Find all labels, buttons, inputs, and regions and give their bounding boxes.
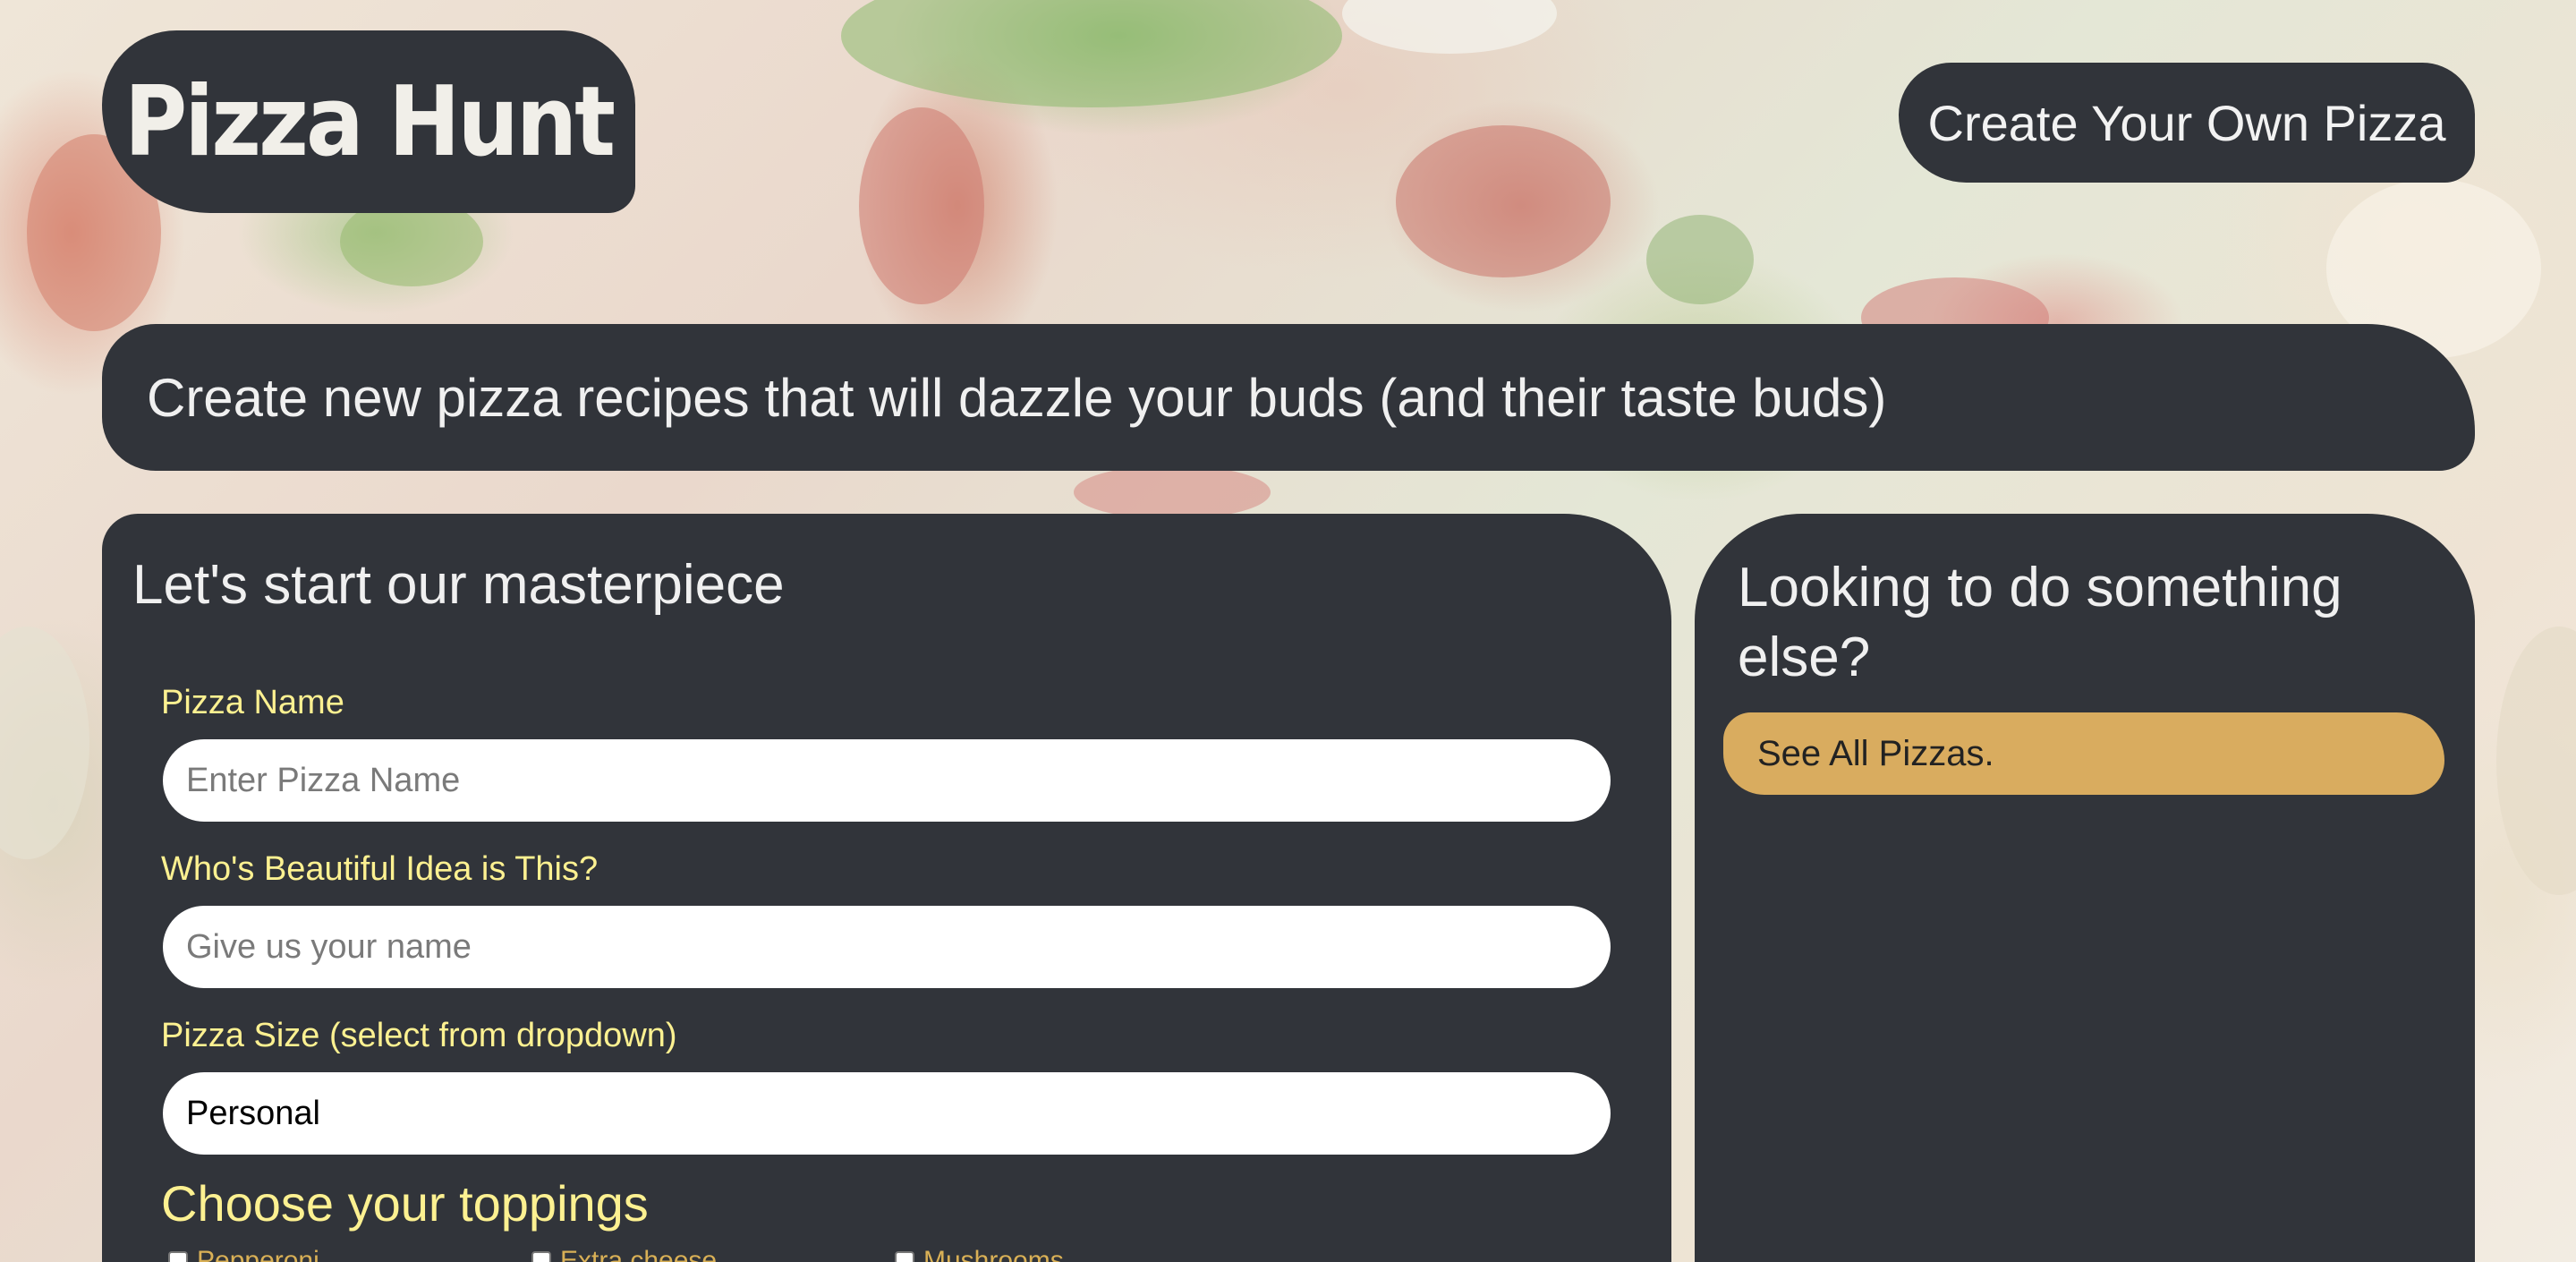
topping-mushrooms[interactable]: Mushrooms	[895, 1246, 1064, 1262]
pizza-name-input[interactable]: Enter Pizza Name	[163, 739, 1611, 822]
toppings-title: Choose your toppings	[161, 1175, 649, 1232]
see-all-pizzas-button[interactable]: See All Pizzas.	[1723, 712, 2444, 795]
creator-name-label: Who's Beautiful Idea is This?	[161, 850, 599, 888]
pizza-hunt-logo[interactable]: Pizza Hunt	[102, 30, 635, 213]
form-title: Let's start our masterpiece	[132, 554, 785, 616]
banner-text: Create new pizza recipes that will dazzl…	[147, 367, 1887, 428]
pepperoni-checkbox[interactable]	[168, 1251, 188, 1262]
topping-label: Mushrooms	[923, 1246, 1064, 1262]
sidebar-panel: Looking to do something else? See All Pi…	[1695, 514, 2475, 1262]
pizza-size-label: Pizza Size (select from dropdown)	[161, 1017, 677, 1054]
topping-label: Extra cheese	[560, 1246, 718, 1262]
pizza-name-label: Pizza Name	[161, 684, 344, 721]
sidebar-title: Looking to do something else?	[1738, 557, 2342, 688]
mushrooms-checkbox[interactable]	[895, 1251, 914, 1262]
topping-pepperoni[interactable]: Pepperoni	[168, 1246, 319, 1262]
page-banner: Create new pizza recipes that will dazzl…	[102, 324, 2475, 471]
topping-label: Pepperoni	[197, 1246, 319, 1262]
create-your-own-pizza-button[interactable]: Create Your Own Pizza	[1899, 63, 2475, 183]
pizza-size-select[interactable]: Personal	[163, 1072, 1611, 1155]
topping-extra-cheese[interactable]: Extra cheese	[531, 1246, 717, 1262]
logo-text: Pizza Hunt	[123, 65, 616, 178]
extra-cheese-checkbox[interactable]	[531, 1251, 551, 1262]
creator-name-input[interactable]: Give us your name	[163, 906, 1611, 988]
pizza-form-panel: Let's start our masterpiece Pizza Name E…	[102, 514, 1671, 1262]
